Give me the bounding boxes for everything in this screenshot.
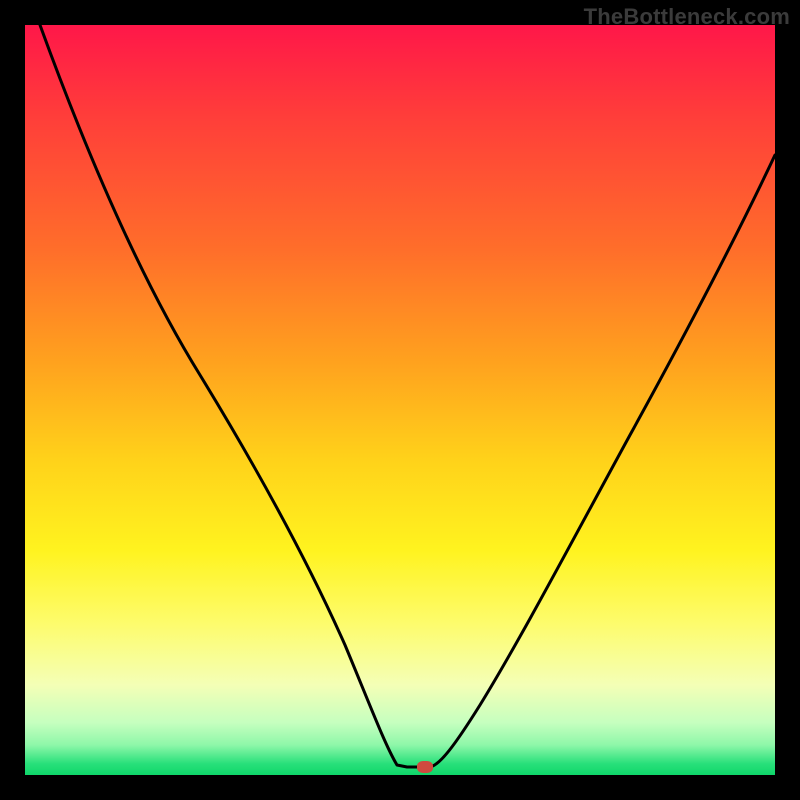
minimum-marker — [417, 761, 433, 773]
curve-svg — [25, 25, 775, 775]
bottleneck-curve — [40, 25, 775, 767]
watermark-text: TheBottleneck.com — [584, 4, 790, 30]
chart-frame: TheBottleneck.com — [0, 0, 800, 800]
plot-area — [25, 25, 775, 775]
